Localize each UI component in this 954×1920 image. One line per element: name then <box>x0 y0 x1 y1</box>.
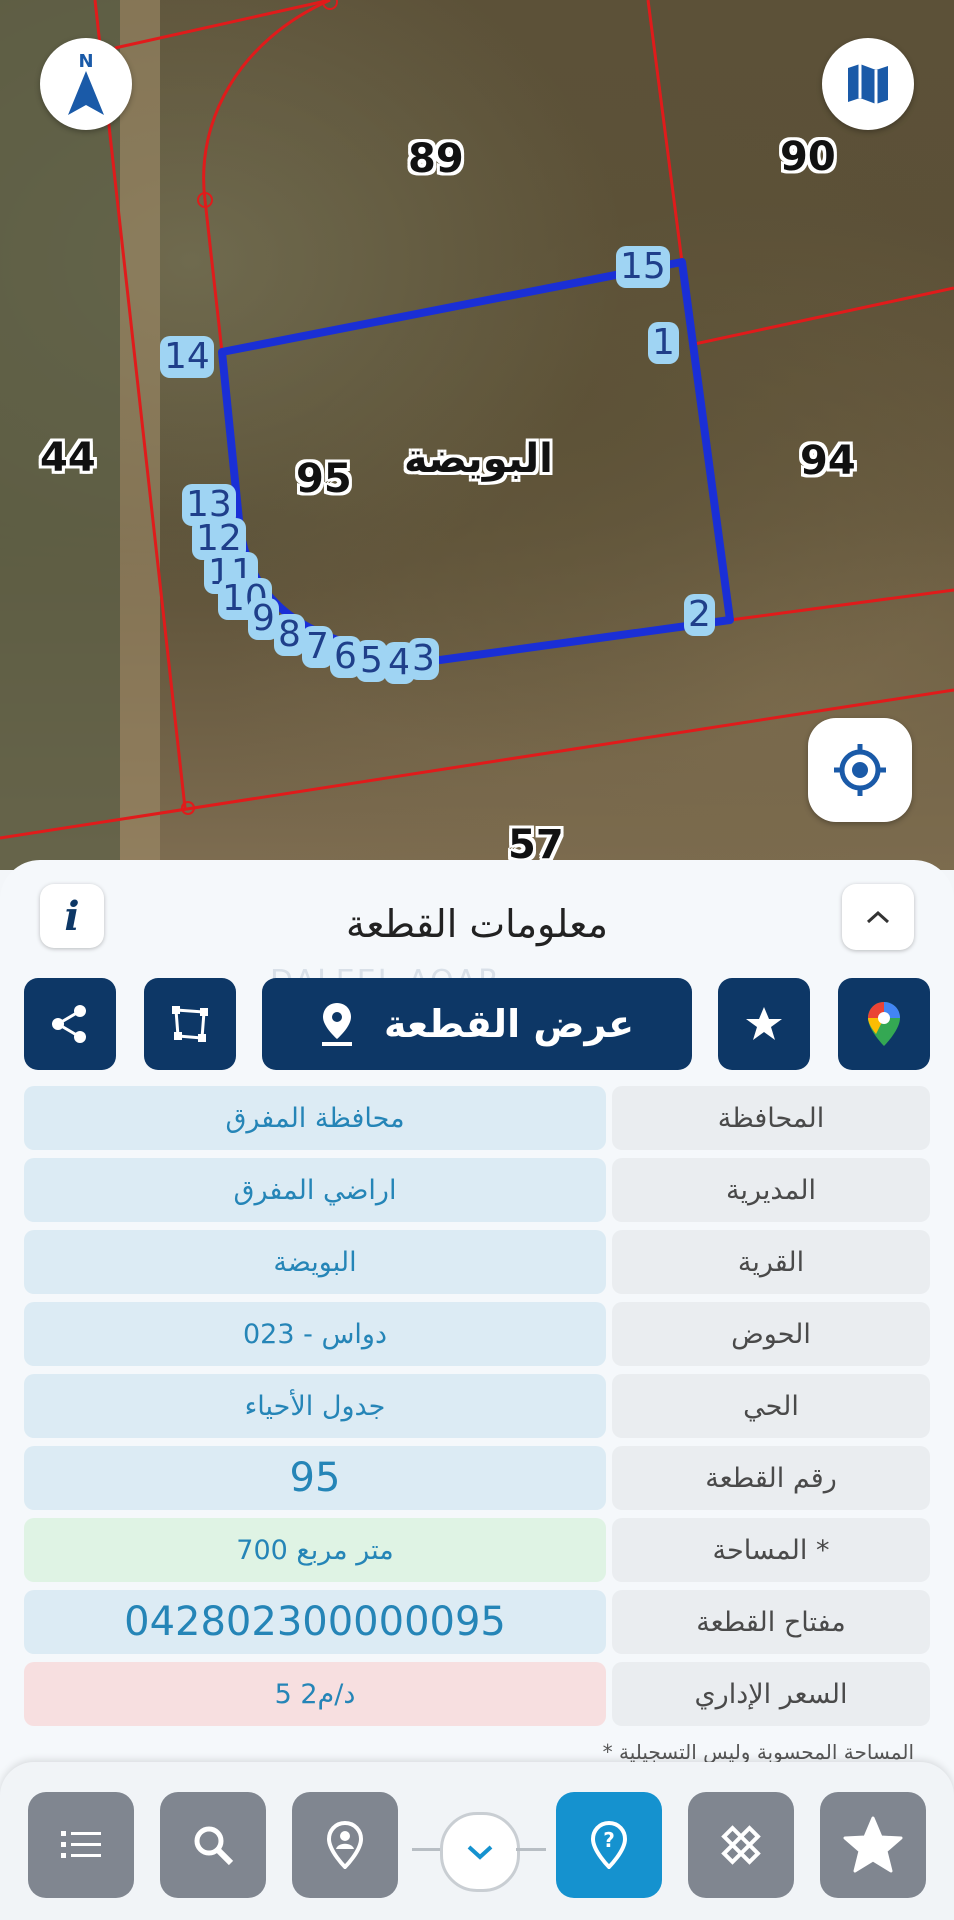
panel-title: معلومات القطعة <box>346 902 608 946</box>
table-row: 95 رقم القطعة <box>24 1446 930 1510</box>
vertex-label: 1 <box>648 322 679 364</box>
show-parcel-button[interactable]: عرض القطعة <box>262 978 692 1070</box>
governorate-label: المحافظة <box>612 1086 930 1150</box>
admin-price-value: 5 د/م2 <box>24 1662 606 1726</box>
parcel-key-label: مفتاح القطعة <box>612 1590 930 1654</box>
collapse-button[interactable] <box>842 884 914 950</box>
map-view[interactable]: 89 90 95 94 44 57 البويضة 15 1 14 13 12 … <box>0 0 954 870</box>
parcel-shape-button[interactable] <box>144 978 236 1070</box>
north-arrow-icon: N <box>68 51 104 115</box>
nav-divider <box>412 1848 442 1851</box>
basin-label: الحوض <box>612 1302 930 1366</box>
table-row: 700 متر مربع المساحة * <box>24 1518 930 1582</box>
favorite-button[interactable] <box>718 978 810 1070</box>
table-row: البويضة القرية <box>24 1230 930 1294</box>
nav-expand-button[interactable] <box>440 1812 520 1892</box>
search-icon <box>194 1826 234 1866</box>
parcel-number-label: رقم القطعة <box>612 1446 930 1510</box>
vertex-label: 2 <box>684 594 715 636</box>
help-pin-icon: ? <box>590 1821 628 1869</box>
admin-price-label: السعر الإداري <box>612 1662 930 1726</box>
vertex-label: 7 <box>302 626 333 668</box>
map-icon <box>848 64 888 104</box>
directorate-label: المديرية <box>612 1158 930 1222</box>
parcel-key-value: 042802300000095 <box>24 1590 606 1654</box>
star-icon <box>746 1007 782 1040</box>
crosshair-icon <box>834 744 886 796</box>
area-footnote: * المساحة المحسوبة وليس التسجيلية <box>602 1740 914 1764</box>
area-label: المساحة * <box>612 1518 930 1582</box>
nav-measure-button[interactable] <box>688 1792 794 1898</box>
vertex-label: 15 <box>616 246 670 288</box>
show-parcel-label: عرض القطعة <box>383 1002 635 1046</box>
chevron-up-icon <box>866 910 890 924</box>
google-maps-button[interactable] <box>838 978 930 1070</box>
ruler-pencil-icon <box>721 1825 761 1865</box>
location-pin-icon <box>321 1003 352 1046</box>
action-bar: عرض القطعة <box>0 978 954 1070</box>
parcel-details-table: محافظة المفرق المحافظة اراضي المفرق المد… <box>24 1086 930 1734</box>
vertex-label: 8 <box>274 614 305 656</box>
village-label: البويضة <box>404 436 553 482</box>
basin-value: دواس - 023 <box>24 1302 606 1366</box>
share-icon <box>52 1005 86 1043</box>
nav-place-button[interactable] <box>292 1792 398 1898</box>
nav-search-button[interactable] <box>160 1792 266 1898</box>
table-row: دواس - 023 الحوض <box>24 1302 930 1366</box>
list-icon <box>61 1831 101 1858</box>
nav-favorites-button[interactable] <box>820 1792 926 1898</box>
table-row: اراضي المفرق المديرية <box>24 1158 930 1222</box>
chevron-down-icon <box>467 1845 493 1860</box>
star-icon <box>843 1816 903 1873</box>
district-value: جدول الأحياء <box>24 1374 606 1438</box>
svg-text:?: ? <box>603 1828 615 1852</box>
map-layers-button[interactable] <box>822 38 914 130</box>
area-value: 700 متر مربع <box>24 1518 606 1582</box>
my-location-button[interactable] <box>808 718 912 822</box>
bottom-navigation: ? <box>0 1762 954 1920</box>
svg-text:N: N <box>78 51 93 72</box>
table-row: 042802300000095 مفتاح القطعة <box>24 1590 930 1654</box>
village-label: القرية <box>612 1230 930 1294</box>
district-label: الحي <box>612 1374 930 1438</box>
parcel-info-panel: i معلومات القطعة DALEEL AQAR <box>0 860 954 1920</box>
share-button[interactable] <box>24 978 116 1070</box>
governorate-value: محافظة المفرق <box>24 1086 606 1150</box>
parcel-label-95: 95 <box>296 456 352 502</box>
nav-parcel-info-button[interactable]: ? <box>556 1792 662 1898</box>
village-value: البويضة <box>24 1230 606 1294</box>
vertex-label: 5 <box>356 640 387 682</box>
table-row: محافظة المفرق المحافظة <box>24 1086 930 1150</box>
compass-button[interactable]: N <box>40 38 132 130</box>
google-maps-icon <box>868 1002 900 1046</box>
directorate-value: اراضي المفرق <box>24 1158 606 1222</box>
parcel-label-90: 90 <box>780 134 836 180</box>
polygon-icon <box>172 1006 208 1042</box>
place-person-icon <box>326 1821 364 1869</box>
vertex-label: 3 <box>408 638 439 680</box>
parcel-number-value: 95 <box>24 1446 606 1510</box>
nav-divider <box>516 1848 546 1851</box>
vertex-label: 14 <box>160 336 214 378</box>
parcel-label-94: 94 <box>800 438 856 484</box>
parcel-label-89: 89 <box>408 136 464 182</box>
table-row: جدول الأحياء الحي <box>24 1374 930 1438</box>
table-row: 5 د/م2 السعر الإداري <box>24 1662 930 1726</box>
nav-list-button[interactable] <box>28 1792 134 1898</box>
parcel-label-44: 44 <box>40 435 96 481</box>
